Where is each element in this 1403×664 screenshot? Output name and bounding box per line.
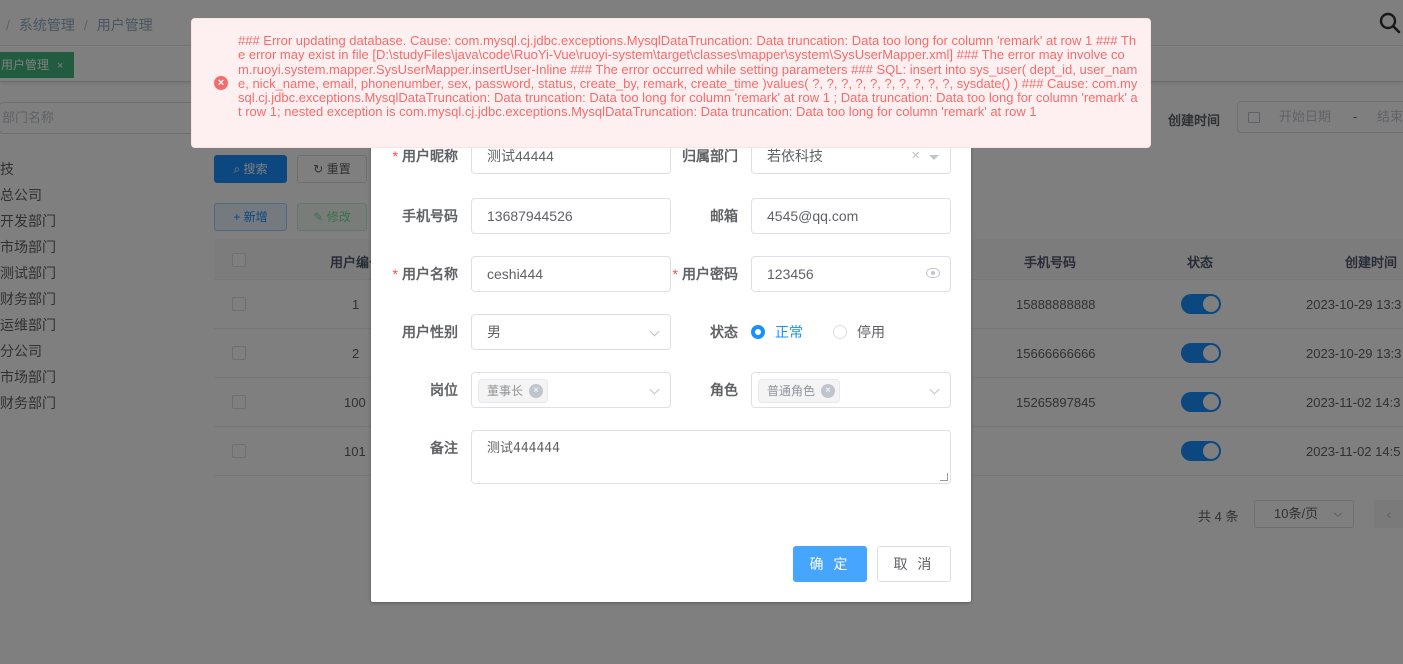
username-input[interactable]: ceshi444 [471, 256, 671, 292]
status-radio-disabled[interactable] [833, 325, 847, 339]
status-radio-disabled-label[interactable]: 停用 [857, 314, 885, 350]
sex-label: 用户性别 [402, 324, 458, 340]
password-label: * 用户密码 [651, 256, 738, 292]
role-tag-label: 普通角色 [767, 384, 816, 398]
phone-input[interactable]: 13687944526 [471, 198, 671, 234]
status-label: 状态 [710, 324, 738, 340]
error-circle-icon: × [214, 76, 228, 90]
error-message-text: ### Error updating database. Cause: com.… [238, 33, 1138, 120]
password-label-text: 用户密码 [682, 266, 738, 282]
dept-select-value: 若依科技 [767, 148, 823, 164]
tag-close-icon[interactable]: × [529, 384, 544, 398]
resize-handle[interactable] [940, 473, 948, 481]
email-input[interactable]: 4545@qq.com [751, 198, 951, 234]
email-label: 邮箱 [710, 208, 738, 224]
password-value: 123456 [767, 266, 814, 282]
phone-label: 手机号码 [402, 208, 458, 224]
remark-value: 测试444444 [487, 441, 560, 456]
caret-down-icon [929, 155, 939, 160]
role-tag: 普通角色 × [758, 379, 841, 403]
cancel-button[interactable]: 取 消 [877, 546, 951, 582]
password-input[interactable]: 123456 [751, 256, 951, 292]
username-label-text: 用户名称 [402, 266, 458, 282]
status-radio-normal-label[interactable]: 正常 [775, 314, 803, 350]
required-mark: * [672, 266, 678, 282]
edit-user-dialog: * 用户昵称 测试44444 归属部门 若依科技 × 手机号码 136879445… [371, 116, 971, 602]
error-message: × ### Error updating database. Cause: co… [191, 18, 1151, 148]
post-label: 岗位 [430, 382, 458, 398]
remark-textarea[interactable]: 测试444444 [471, 430, 951, 484]
role-select[interactable]: 普通角色 × [751, 372, 951, 408]
tag-close-icon[interactable]: × [821, 384, 836, 398]
post-tag: 董事长 × [478, 379, 549, 403]
confirm-button[interactable]: 确 定 [793, 546, 867, 582]
required-mark: * [392, 148, 398, 164]
eye-icon[interactable] [926, 268, 940, 278]
role-label: 角色 [710, 382, 738, 398]
remark-label: 备注 [430, 440, 458, 456]
sex-select-value: 男 [487, 324, 501, 340]
post-tag-label: 董事长 [487, 384, 524, 398]
username-label: * 用户名称 [371, 256, 458, 292]
sex-select[interactable]: 男 [471, 314, 671, 350]
required-mark: * [392, 266, 398, 282]
post-select[interactable]: 董事长 × [471, 372, 671, 408]
status-radio-normal[interactable] [751, 325, 765, 339]
nickname-label-text: 用户昵称 [402, 148, 458, 164]
chevron-down-icon [929, 384, 940, 395]
